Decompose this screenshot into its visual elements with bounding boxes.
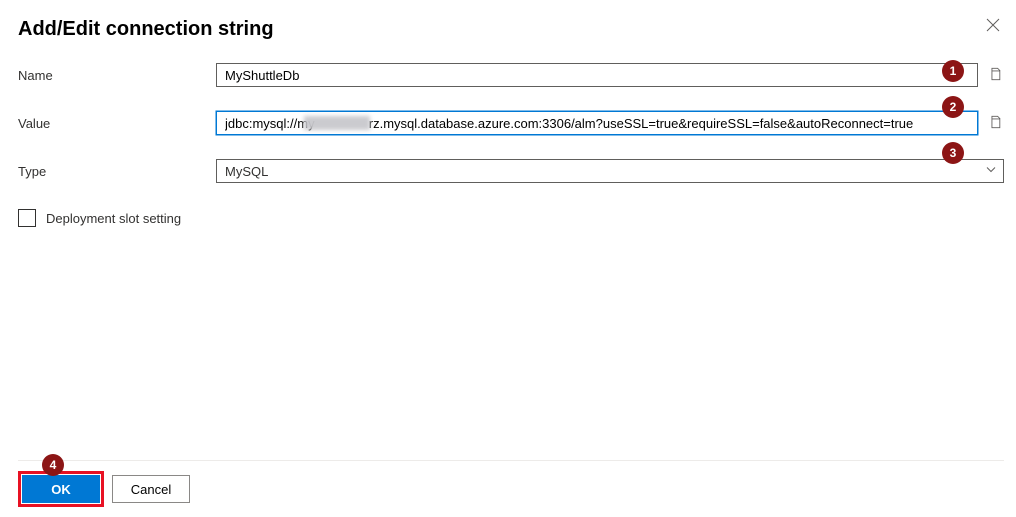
deployment-slot-row: Deployment slot setting — [18, 209, 1004, 227]
value-label: Value — [18, 116, 216, 131]
ok-highlight: OK — [18, 471, 104, 507]
ok-button[interactable]: OK — [22, 475, 100, 503]
name-label: Name — [18, 68, 216, 83]
panel-footer: OK Cancel — [18, 460, 1004, 517]
annotation-marker-2: 2 — [942, 96, 964, 118]
form-area: Name Value — [18, 63, 1004, 460]
type-row: Type MySQL — [18, 159, 1004, 183]
copy-icon[interactable] — [988, 67, 1004, 84]
deployment-slot-checkbox[interactable] — [18, 209, 36, 227]
copy-icon[interactable] — [988, 115, 1004, 132]
annotation-marker-1: 1 — [942, 60, 964, 82]
annotation-marker-4: 4 — [42, 454, 64, 476]
value-row: Value — [18, 111, 1004, 135]
name-row: Name — [18, 63, 1004, 87]
type-label: Type — [18, 164, 216, 179]
value-input[interactable] — [216, 111, 978, 135]
close-icon[interactable] — [986, 18, 1004, 35]
type-select[interactable]: MySQL — [216, 159, 1004, 183]
panel-header: Add/Edit connection string — [18, 18, 1004, 41]
connection-string-panel: Add/Edit connection string Name Value — [0, 0, 1016, 517]
chevron-down-icon — [985, 164, 997, 179]
deployment-slot-label: Deployment slot setting — [46, 211, 181, 226]
panel-title: Add/Edit connection string — [18, 18, 274, 41]
name-input[interactable] — [216, 63, 978, 87]
cancel-button[interactable]: Cancel — [112, 475, 190, 503]
annotation-marker-3: 3 — [942, 142, 964, 164]
type-selected-value: MySQL — [225, 164, 268, 179]
